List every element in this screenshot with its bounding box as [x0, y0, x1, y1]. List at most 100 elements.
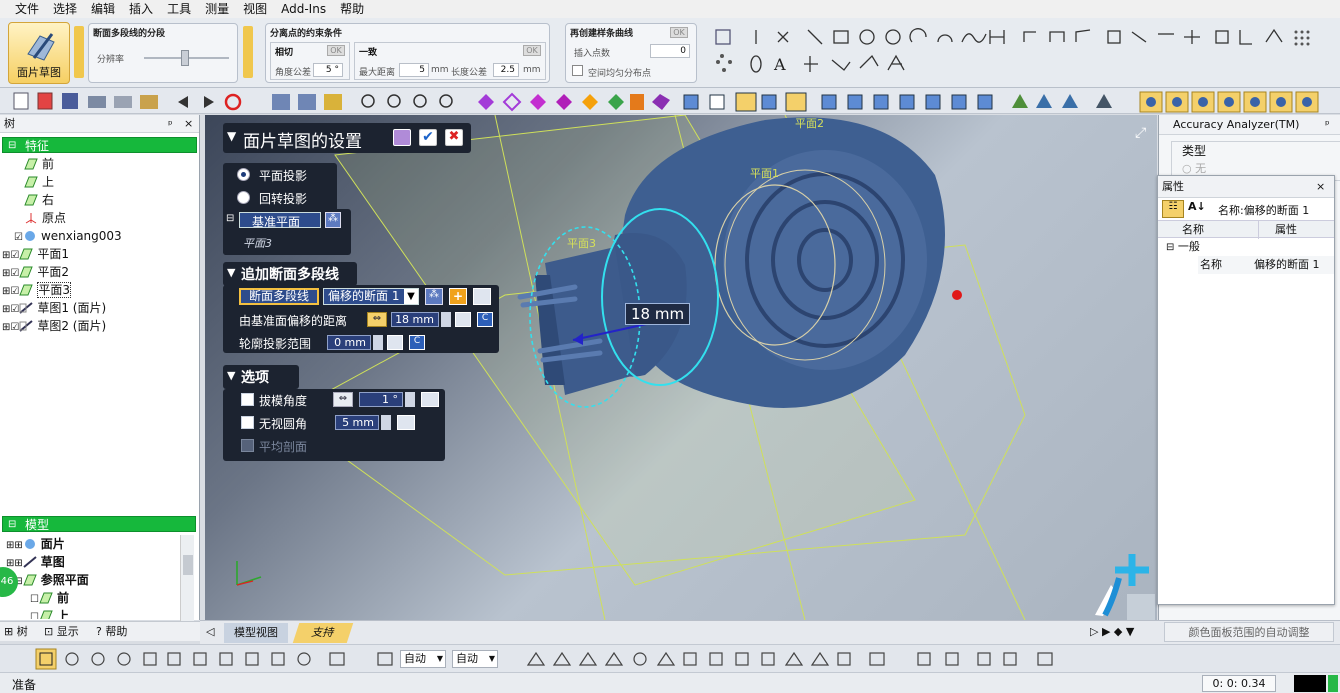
offset-ruler-icon[interactable] — [455, 312, 471, 327]
maximize-icon[interactable]: ⤢ — [1135, 125, 1146, 141]
auto-select-1[interactable]: 自动 ▼ — [400, 650, 446, 668]
offset-field[interactable]: 18 mm — [391, 312, 439, 327]
collapse-icon[interactable]: ⊟ — [226, 213, 234, 224]
close-icon[interactable]: × — [1316, 176, 1325, 198]
ribbon-collapse-2[interactable] — [243, 26, 253, 78]
sort-az-icon[interactable]: A↓ — [1188, 200, 1206, 213]
draft-angle-field[interactable]: 1 ° — [359, 392, 403, 407]
model-item-mesh[interactable]: ⊞⊞ 面片 — [6, 535, 181, 553]
pin-icon[interactable]: ᵖ — [168, 116, 173, 134]
model-item-sketch[interactable]: ⊞⊞ 草图 — [6, 553, 181, 571]
model-tree-scrollbar[interactable] — [180, 535, 194, 621]
contour-field[interactable]: 0 mm — [327, 335, 371, 350]
radio-plane-projection[interactable] — [237, 168, 250, 181]
3d-viewport[interactable]: 18 mm 平面1 平面2 平面3 ⤢ ▼ 面片草图的设置 ✔ ✖ 平面投影 回… — [205, 115, 1157, 620]
avg-section-checkbox[interactable] — [241, 439, 254, 452]
consistent-ok[interactable]: OK — [523, 45, 541, 56]
preview-button[interactable] — [393, 129, 411, 146]
tangent-ok[interactable]: OK — [327, 45, 345, 56]
features-header[interactable]: ⊟ 特征 — [2, 137, 197, 153]
face-sketch-button[interactable]: 面片草图 — [8, 22, 70, 84]
draft-pick-icon[interactable] — [421, 392, 439, 407]
radio-rotate-projection[interactable] — [237, 191, 250, 204]
checkbox-icon[interactable]: ☑ — [14, 232, 23, 243]
section-options-icon[interactable] — [473, 288, 491, 305]
tab-model-view[interactable]: 模型视图 — [224, 623, 288, 643]
draft-spinner[interactable] — [405, 392, 415, 407]
model-header[interactable]: ⊟ 模型 — [2, 516, 196, 532]
ribbon-collapse[interactable] — [74, 26, 84, 78]
tab-help[interactable]: ? 帮助 — [96, 622, 127, 642]
confirm-overlay[interactable] — [1075, 550, 1155, 620]
auto-select-2[interactable]: 自动 ▼ — [452, 650, 498, 668]
model-item-top[interactable]: ☐ 上 — [6, 607, 181, 619]
checkbox-icon[interactable]: ☑ — [10, 268, 19, 279]
checkbox-icon[interactable]: ☑ — [10, 304, 19, 315]
offset-spinner[interactable] — [441, 312, 451, 327]
fillet-pick-icon[interactable] — [397, 415, 415, 430]
insert-points-field[interactable]: 0 — [650, 44, 690, 58]
chevron-down-icon[interactable]: ▼ — [227, 369, 235, 382]
model-item-front[interactable]: ☐ 前 — [6, 589, 181, 607]
fillet-spinner[interactable] — [381, 415, 391, 430]
contour-ruler-icon[interactable] — [387, 335, 403, 350]
uniform-checkbox[interactable] — [572, 65, 583, 76]
menu-file[interactable]: 文件 — [8, 0, 46, 18]
base-plane-field[interactable]: 基准平面 — [239, 212, 321, 229]
categorized-icon[interactable]: ☷ — [1162, 200, 1184, 218]
pin-icon[interactable]: ᵖ — [1325, 115, 1330, 135]
tree-item-sketch2[interactable]: ⊞☑ 草图2 (面片) — [2, 317, 199, 335]
expand-icon[interactable]: ⊞⊞ — [6, 540, 23, 551]
tree-item-front[interactable]: 前 — [14, 155, 199, 173]
len-tol-field[interactable]: 2.5 — [493, 63, 519, 77]
checkbox-icon[interactable]: ☑ — [10, 322, 19, 333]
cancel-button[interactable]: ✖ — [445, 129, 463, 146]
menu-view[interactable]: 视图 — [236, 0, 274, 18]
collapse-icon[interactable]: ⊟ — [8, 138, 16, 154]
checkbox-icon[interactable]: ☐ — [30, 612, 39, 619]
general-category[interactable]: ⊟ 一般 — [1158, 238, 1334, 256]
tab-scroll-left-icon[interactable]: ◁ — [206, 625, 214, 638]
chevron-down-icon[interactable]: ▼ — [227, 266, 235, 279]
tangent-tol-field[interactable]: 5 ° — [313, 63, 343, 77]
offset-c-icon[interactable]: C — [477, 312, 493, 327]
tree-item-origin[interactable]: 原点 — [14, 209, 199, 227]
section-polyline-button[interactable]: 断面多段线 — [239, 288, 319, 305]
menu-insert[interactable]: 插入 — [122, 0, 160, 18]
delete-section-icon[interactable]: ⁂ — [425, 288, 443, 305]
dropdown-icon[interactable]: ▼ — [404, 289, 418, 304]
tab-nav-icons[interactable]: ▷ ▶ ◆ ▼ — [1090, 625, 1134, 638]
property-row-name[interactable]: 名称 偏移的断面 1 — [1198, 256, 1334, 274]
ignore-fillet-checkbox[interactable] — [241, 416, 254, 429]
model-item-ref-planes[interactable]: ⊞⊟参照平面 — [6, 571, 181, 589]
menu-tools[interactable]: 工具 — [160, 0, 198, 18]
auto-adjust-button[interactable]: 颜色面板范围的自动调整 — [1164, 622, 1334, 642]
tab-display[interactable]: ⊡ 显示 — [44, 622, 79, 642]
tab-tree[interactable]: ⊞ 树 — [4, 622, 28, 642]
contour-spinner[interactable] — [373, 335, 383, 350]
collapse-icon[interactable]: ⊟ — [1166, 242, 1174, 253]
close-icon[interactable]: × — [184, 115, 193, 133]
type-none-radio[interactable]: ○ 无 — [1182, 160, 1206, 176]
max-dist-field[interactable]: 5 — [399, 63, 429, 77]
menu-addins[interactable]: Add-Ins — [274, 0, 333, 18]
menu-help[interactable]: 帮助 — [333, 0, 371, 18]
draft-direction-icon[interactable]: ⇔ — [333, 392, 353, 407]
tree-item-sketch1[interactable]: ⊞☑ 草图1 (面片) — [2, 299, 199, 317]
menu-measure[interactable]: 测量 — [198, 0, 236, 18]
draft-angle-checkbox[interactable] — [241, 393, 254, 406]
checkbox-icon[interactable]: ☑ — [10, 250, 19, 261]
tab-support[interactable]: 支持 — [292, 623, 354, 643]
checkbox-icon[interactable]: ☑ — [10, 286, 19, 297]
tree-item-plane1[interactable]: ⊞☑ 平面1 — [2, 245, 199, 263]
offset-direction-icon[interactable]: ⇔ — [367, 312, 387, 327]
base-plane-clear-icon[interactable]: ⁂ — [325, 212, 341, 228]
fillet-field[interactable]: 5 mm — [335, 415, 379, 430]
dimension-label[interactable]: 18 mm — [625, 303, 691, 325]
tree-item-mesh[interactable]: ☑ wenxiang003 — [14, 227, 199, 245]
ok-button[interactable]: ✔ — [419, 129, 437, 146]
tree-item-top[interactable]: 上 — [14, 173, 199, 191]
contour-c-icon[interactable]: C — [409, 335, 425, 350]
tree-item-plane2[interactable]: ⊞☑ 平面2 — [2, 263, 199, 281]
add-section-icon[interactable]: + — [449, 288, 467, 305]
